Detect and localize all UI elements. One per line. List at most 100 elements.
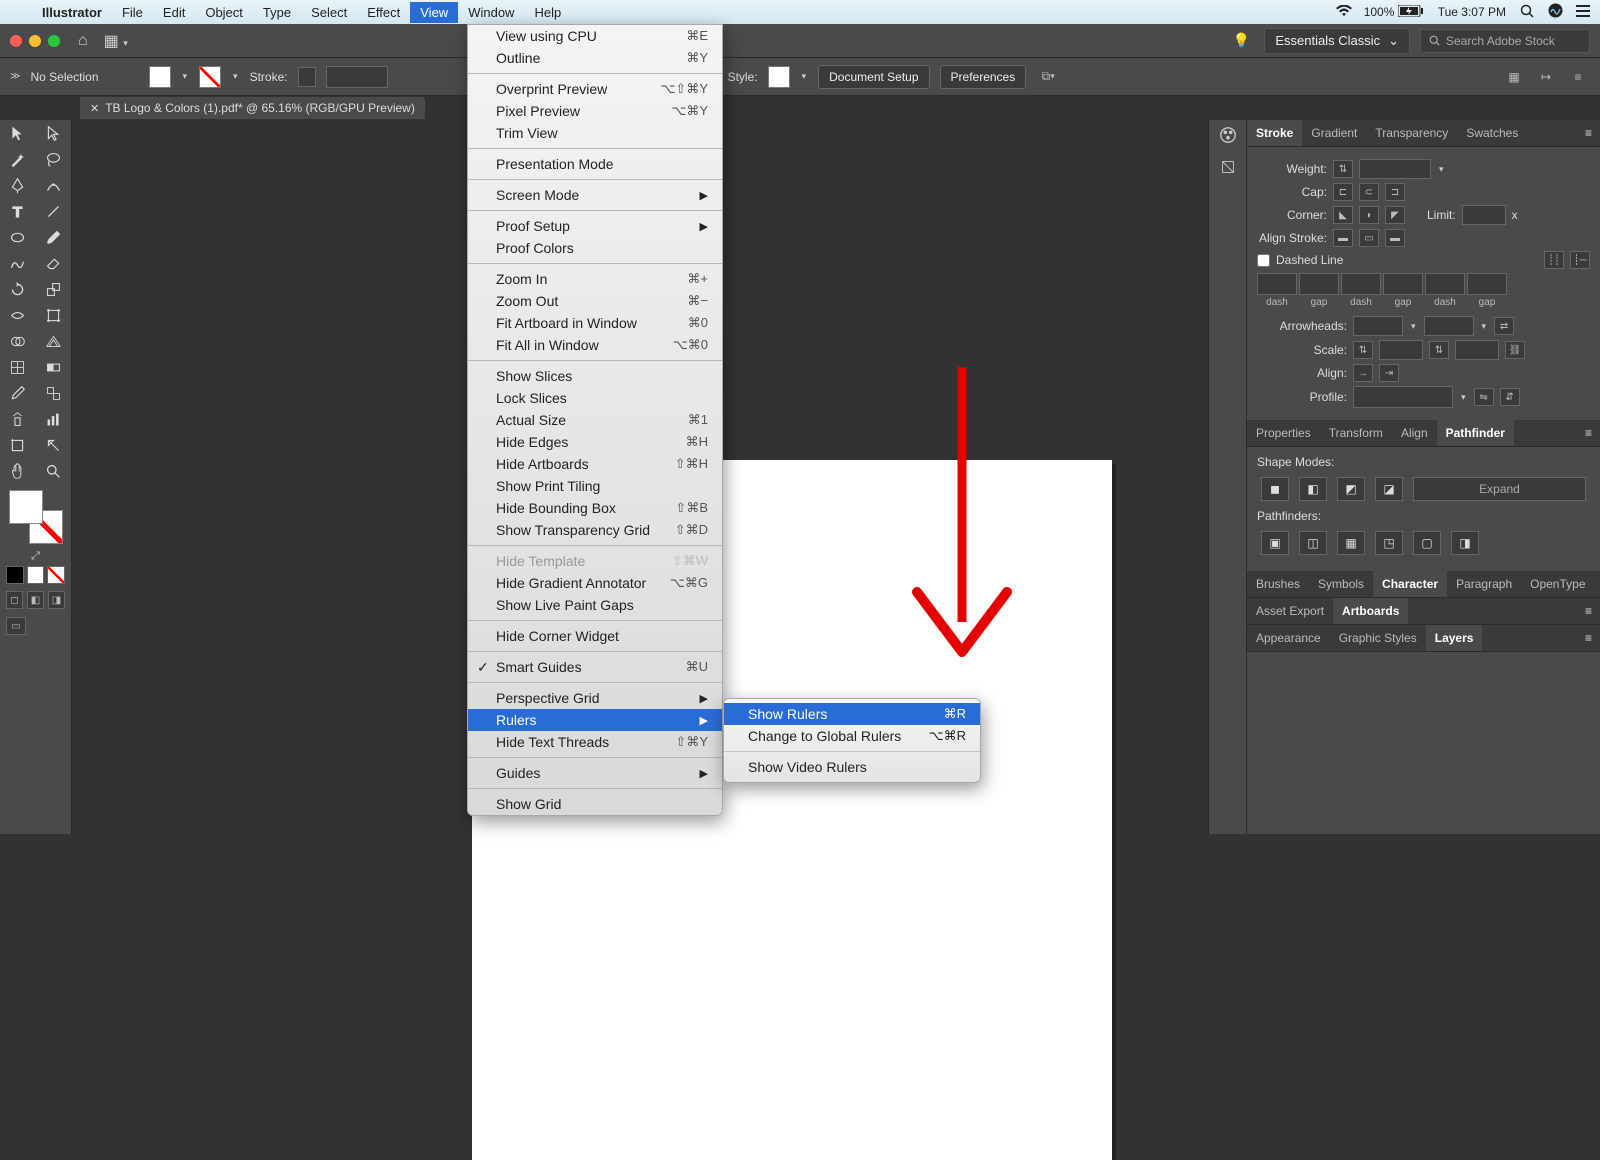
shaper-tool[interactable] xyxy=(0,250,36,276)
shape-builder-tool[interactable] xyxy=(0,328,36,354)
align-arrow-tip[interactable]: → xyxy=(1353,364,1373,382)
type-tool[interactable] xyxy=(0,198,36,224)
menu-item-smart-guides[interactable]: ✓Smart Guides⌘U xyxy=(468,656,722,678)
eraser-tool[interactable] xyxy=(36,250,72,276)
trim-button[interactable]: ◫ xyxy=(1299,531,1327,555)
tab-paragraph[interactable]: Paragraph xyxy=(1447,571,1521,597)
menu-item-presentation-mode[interactable]: Presentation Mode xyxy=(468,153,722,175)
menu-item-show-grid[interactable]: Show Grid xyxy=(468,793,722,815)
arrow-end[interactable] xyxy=(1424,316,1474,336)
menu-item-view-using-cpu[interactable]: View using CPU⌘E xyxy=(468,25,722,47)
width-tool[interactable] xyxy=(0,302,36,328)
selection-tool[interactable] xyxy=(0,120,36,146)
menu-item-trim-view[interactable]: Trim View xyxy=(468,122,722,144)
menu-window[interactable]: Window xyxy=(458,2,524,23)
fill-color[interactable] xyxy=(9,490,43,524)
none-fill-mode[interactable] xyxy=(47,566,65,584)
direct-selection-tool[interactable] xyxy=(36,120,72,146)
expand-button[interactable]: Expand xyxy=(1413,477,1586,501)
tab-align[interactable]: Align xyxy=(1392,420,1437,446)
align-icon[interactable]: ↦ xyxy=(1534,67,1558,87)
align-arrow-end[interactable]: ⇥ xyxy=(1379,364,1399,382)
divide-button[interactable]: ▣ xyxy=(1261,531,1289,555)
slice-tool[interactable] xyxy=(36,432,72,458)
blend-tool[interactable] xyxy=(36,380,72,406)
paintbrush-tool[interactable] xyxy=(36,224,72,250)
intersect-button[interactable]: ◩ xyxy=(1337,477,1365,501)
style-drop[interactable]: ▾ xyxy=(800,71,809,82)
panel-menu-icon[interactable]: ≡ xyxy=(1577,625,1600,651)
zoom-tool[interactable] xyxy=(36,458,72,484)
color-panel-icon[interactable] xyxy=(1217,124,1239,146)
free-transform-tool[interactable] xyxy=(36,302,72,328)
menu-item-proof-colors[interactable]: Proof Colors xyxy=(468,237,722,259)
arrange-icon[interactable]: ▦ ▾ xyxy=(96,31,136,51)
screen-mode-icon[interactable]: ▭ xyxy=(6,617,26,635)
menu-effect[interactable]: Effect xyxy=(357,2,410,23)
scale-end[interactable] xyxy=(1455,340,1499,360)
corner-bevel[interactable]: ◤ xyxy=(1385,206,1405,224)
cap-round[interactable]: ⊂ xyxy=(1359,183,1379,201)
stroke-drop[interactable]: ▾ xyxy=(231,71,240,82)
wifi-icon[interactable] xyxy=(1336,5,1350,20)
menu-object[interactable]: Object xyxy=(195,2,253,23)
menu-select[interactable]: Select xyxy=(301,2,357,23)
zoom-window-button[interactable] xyxy=(48,35,60,47)
menu-item-hide-text-threads[interactable]: Hide Text Threads⇧⌘Y xyxy=(468,731,722,753)
align-inside[interactable]: ▭ xyxy=(1359,229,1379,247)
flip-y-icon[interactable]: ⇵ xyxy=(1500,388,1520,406)
gradient-tool[interactable] xyxy=(36,354,72,380)
swap-fill-stroke-icon[interactable]: ⤢ xyxy=(31,550,40,563)
style-swatch[interactable] xyxy=(768,66,790,88)
menu-item-pixel-preview[interactable]: Pixel Preview⌥⌘Y xyxy=(468,100,722,122)
swap-arrows-icon[interactable]: ⇄ xyxy=(1494,317,1514,335)
menu-file[interactable]: File xyxy=(112,2,153,23)
menu-item-hide-edges[interactable]: Hide Edges⌘H xyxy=(468,431,722,453)
document-setup-button[interactable]: Document Setup xyxy=(818,65,929,89)
line-tool[interactable] xyxy=(36,198,72,224)
workspace-switcher[interactable]: Essentials Classic ⌄ xyxy=(1264,28,1410,54)
flip-x-icon[interactable]: ⇋ xyxy=(1474,388,1494,406)
weight-drop[interactable]: ▾ xyxy=(1437,164,1446,175)
menu-item-fit-artboard-in-window[interactable]: Fit Artboard in Window⌘0 xyxy=(468,312,722,334)
cap-projecting[interactable]: ⊐ xyxy=(1385,183,1405,201)
tab-gradient[interactable]: Gradient xyxy=(1302,120,1366,146)
arrow-start[interactable] xyxy=(1353,316,1403,336)
menu-item-hide-gradient-annotator[interactable]: Hide Gradient Annotator⌥⌘G xyxy=(468,572,722,594)
menu-item-perspective-grid[interactable]: Perspective Grid▶ xyxy=(468,687,722,709)
home-icon[interactable]: ⌂ xyxy=(70,32,96,50)
tab-opentype[interactable]: OpenType xyxy=(1521,571,1594,597)
hand-tool[interactable] xyxy=(0,458,36,484)
draw-inside-icon[interactable]: ◨ xyxy=(48,591,65,609)
tab-swatches[interactable]: Swatches xyxy=(1457,120,1527,146)
expand-control-icon[interactable]: ≫ xyxy=(10,71,20,82)
stroke-swatch[interactable] xyxy=(199,66,221,88)
tab-pathfinder[interactable]: Pathfinder xyxy=(1437,420,1514,446)
menu-item-show-slices[interactable]: Show Slices xyxy=(468,365,722,387)
close-window-button[interactable] xyxy=(10,35,22,47)
menu-item-show-live-paint-gaps[interactable]: Show Live Paint Gaps xyxy=(468,594,722,616)
siri-icon[interactable] xyxy=(1548,3,1562,21)
menu-item-overprint-preview[interactable]: Overprint Preview⌥⇧⌘Y xyxy=(468,78,722,100)
unite-button[interactable]: ◼ xyxy=(1261,477,1289,501)
perspective-grid-tool[interactable] xyxy=(36,328,72,354)
lasso-tool[interactable] xyxy=(36,146,72,172)
tab-stroke[interactable]: Stroke xyxy=(1247,120,1302,146)
menu-item-hide-corner-widget[interactable]: Hide Corner Widget xyxy=(468,625,722,647)
gradient-fill-mode[interactable] xyxy=(27,566,45,584)
panel-menu-icon[interactable]: ≡ xyxy=(1595,571,1600,597)
tab-layers[interactable]: Layers xyxy=(1426,625,1483,651)
menu-item-screen-mode[interactable]: Screen Mode▶ xyxy=(468,184,722,206)
document-tab[interactable]: ✕ TB Logo & Colors (1).pdf* @ 65.16% (RG… xyxy=(80,97,425,119)
tab-graphic-styles[interactable]: Graphic Styles xyxy=(1330,625,1426,651)
discover-icon[interactable]: 💡 xyxy=(1219,32,1264,49)
menu-item-outline[interactable]: Outline⌘Y xyxy=(468,47,722,69)
fill-swatch[interactable] xyxy=(149,66,171,88)
tab-asset-export[interactable]: Asset Export xyxy=(1247,598,1333,624)
scale-tool[interactable] xyxy=(36,276,72,302)
color-guide-icon[interactable] xyxy=(1217,156,1239,178)
menu-help[interactable]: Help xyxy=(524,2,571,23)
menu-item-guides[interactable]: Guides▶ xyxy=(468,762,722,784)
pen-tool[interactable] xyxy=(0,172,36,198)
clock[interactable]: Tue 3:07 PM xyxy=(1438,5,1506,19)
